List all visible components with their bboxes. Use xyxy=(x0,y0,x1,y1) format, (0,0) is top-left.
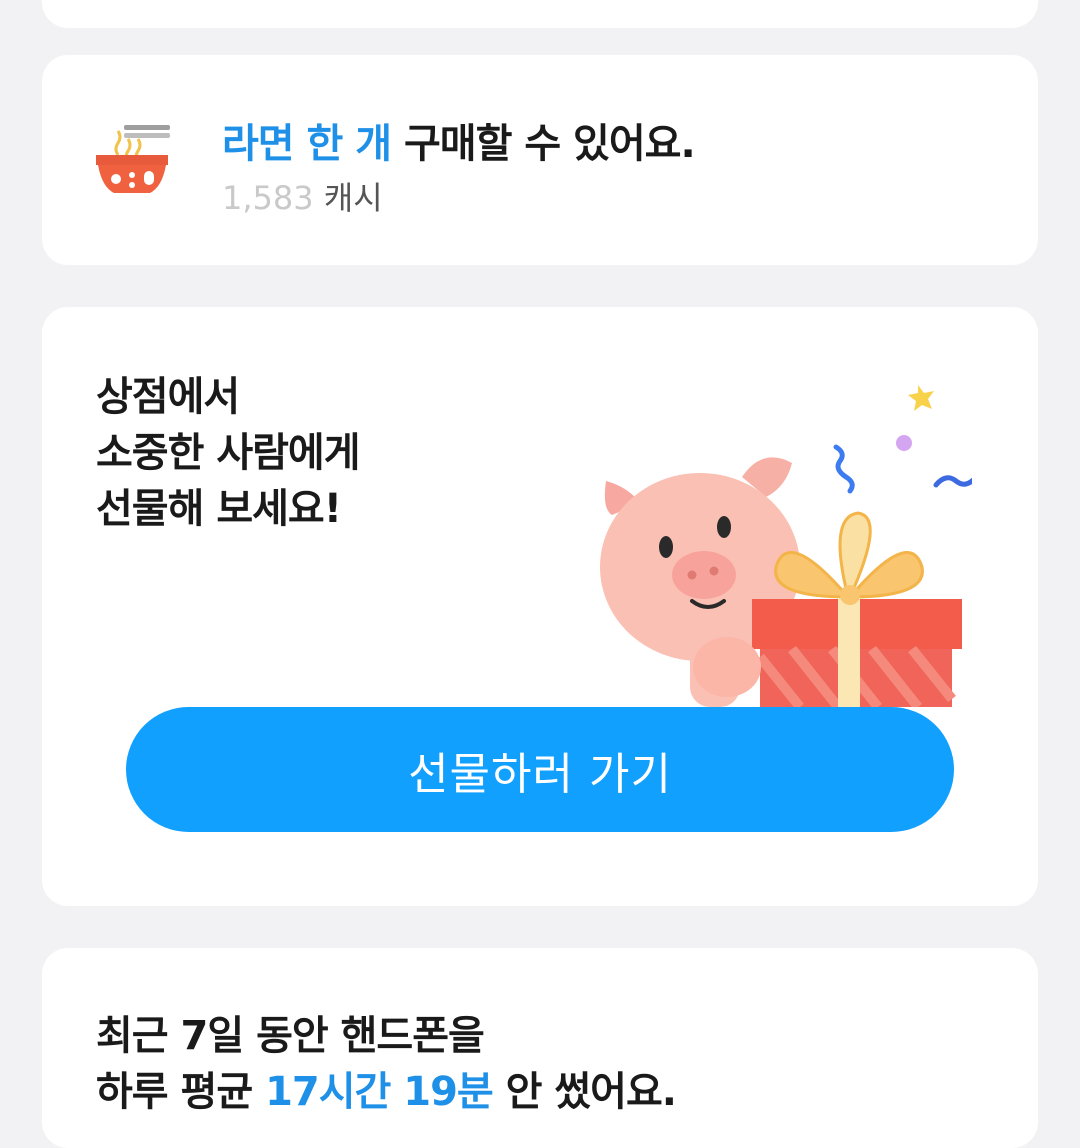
previous-card xyxy=(42,0,1038,28)
ramen-headline-highlight: 라면 한 개 xyxy=(222,121,392,167)
usage-line-1: 최근 7일 동안 핸드폰을 xyxy=(96,1013,485,1059)
go-to-gift-button[interactable]: 선물하러 가기 xyxy=(126,707,954,832)
ramen-bowl-icon xyxy=(96,121,176,201)
usage-line-2-prefix: 하루 평균 xyxy=(96,1069,266,1115)
usage-average-time: 17시간 19분 xyxy=(265,1069,494,1115)
gift-headline: 상점에서 소중한 사람에게 선물해 보세요! xyxy=(96,369,361,537)
gift-headline-line-2: 소중한 사람에게 xyxy=(96,430,361,476)
gift-headline-line-3: 선물해 보세요! xyxy=(96,486,342,532)
cash-balance-unit: 캐시 xyxy=(313,179,383,217)
gift-promo-card: 상점에서 소중한 사람에게 선물해 보세요! 선물하러 가기 xyxy=(42,307,1038,906)
cash-balance-value: 1,583 xyxy=(222,179,314,217)
ramen-headline-rest: 구매할 수 있어요. xyxy=(391,121,696,167)
usage-summary: 최근 7일 동안 핸드폰을 하루 평균 17시간 19분 안 썼어요. xyxy=(96,1008,677,1120)
usage-line-2: 하루 평균 17시간 19분 안 썼어요. xyxy=(96,1064,677,1120)
ramen-headline: 라면 한 개 구매할 수 있어요. xyxy=(222,111,696,169)
phone-usage-card: 최근 7일 동안 핸드폰을 하루 평균 17시간 19분 안 썼어요. xyxy=(42,948,1038,1148)
usage-line-2-suffix: 안 썼어요. xyxy=(492,1069,677,1115)
ramen-purchase-card: 라면 한 개 구매할 수 있어요. 1,583 캐시 xyxy=(42,55,1038,265)
gift-headline-line-1: 상점에서 xyxy=(96,374,240,420)
pig-with-gift-illustration xyxy=(552,367,979,711)
cash-balance: 1,583 캐시 xyxy=(222,173,383,219)
